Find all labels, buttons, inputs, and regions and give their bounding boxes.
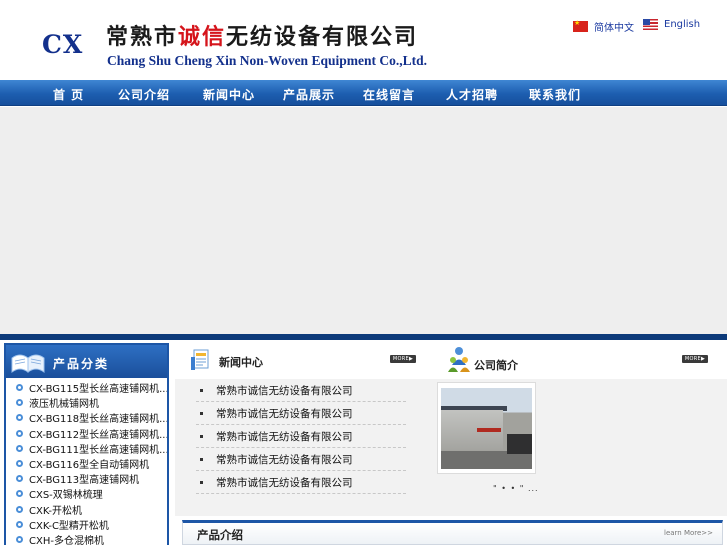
lang-english-link[interactable]: English [643, 19, 700, 30]
category-label: CX-BG113型高速铺网机 [29, 475, 140, 487]
bullet-icon [16, 535, 23, 543]
bullet-icon [200, 457, 203, 461]
category-item[interactable]: CXK-C型精开松机 [10, 517, 167, 532]
company-name-cn: 常熟市诚信无纺设备有限公司 [106, 19, 418, 51]
category-label: CX-BG111型长丝高速铺网机... [29, 444, 167, 456]
lang-english-label: English [664, 19, 701, 30]
category-item[interactable]: CX-BG116型全自动铺网机 [10, 456, 167, 471]
category-item[interactable]: CXS-双锡林梳理 [10, 486, 167, 501]
news-item[interactable]: 常熟市诚信无纺设备有限公司 [196, 448, 406, 471]
company-people-icon [448, 347, 470, 372]
news-item[interactable]: 常熟市诚信无纺设备有限公司 [196, 471, 406, 494]
category-item[interactable]: CX-BG112型长丝高速铺网机... [10, 426, 167, 441]
main-nav: 首 页 公司介绍 新闻中心 产品展示 在线留言 人才招聘 联系我们 [0, 80, 727, 106]
bullet-icon [16, 399, 23, 407]
company-name-en: Chang Shu Cheng Xin Non-Woven Equipment … [107, 53, 427, 68]
category-label: CX-BG116型全自动铺网机 [29, 460, 150, 472]
product-category-list: CX-BG115型长丝高速铺网机... 液压机械铺网机 CX-BG118型长丝高… [10, 380, 167, 545]
company-more-button[interactable]: MORE▶ [682, 355, 708, 363]
news-item-title: 常熟市诚信无纺设备有限公司 [216, 407, 353, 420]
open-book-icon [11, 354, 45, 373]
factory-building-image [441, 388, 532, 469]
lang-chinese-label: 简体中文 [594, 23, 634, 34]
nav-home[interactable]: 首 页 [53, 86, 84, 103]
category-item[interactable]: CXK-开松机 [10, 502, 167, 517]
product-intro-title: 产品介绍 [197, 528, 243, 542]
category-item[interactable]: CX-BG113型高速铺网机 [10, 471, 167, 486]
news-item-title: 常熟市诚信无纺设备有限公司 [216, 384, 353, 397]
news-item[interactable]: 常熟市诚信无纺设备有限公司 [196, 402, 406, 425]
bullet-icon [200, 434, 203, 438]
company-section-title: 公司简介 [474, 359, 518, 372]
sidebar-header: 产品分类 [6, 345, 167, 378]
bullet-icon [16, 520, 23, 528]
news-section-header: 新闻中心 MORE▶ [178, 345, 418, 375]
category-label: CX-BG115型长丝高速铺网机... [29, 384, 167, 396]
category-label: 液压机械铺网机 [29, 399, 99, 411]
news-item[interactable]: 常熟市诚信无纺设备有限公司 [196, 425, 406, 448]
logo[interactable]: CX [42, 30, 83, 59]
bullet-icon [16, 490, 23, 498]
news-item-title: 常熟市诚信无纺设备有限公司 [216, 453, 353, 466]
bullet-icon [16, 505, 23, 513]
learn-more-link[interactable]: learn More>> [664, 529, 713, 537]
news-section-title: 新闻中心 [219, 356, 263, 369]
product-category-sidebar: 产品分类 CX-BG115型长丝高速铺网机... 液压机械铺网机 CX-BG11… [4, 343, 169, 545]
us-flag-icon [643, 19, 658, 30]
bullet-icon [200, 411, 203, 415]
bullet-icon [16, 429, 23, 437]
lang-chinese-link[interactable]: 简体中文 [573, 19, 634, 34]
category-label: CX-BG112型长丝高速铺网机... [29, 429, 167, 441]
banner-divider [0, 334, 727, 340]
china-flag-icon [573, 19, 588, 32]
newspaper-icon [191, 349, 209, 370]
category-item[interactable]: CX-BG118型长丝高速铺网机... [10, 410, 167, 425]
nav-jobs[interactable]: 人才招聘 [446, 86, 498, 103]
category-label: CX-BG118型长丝高速铺网机... [29, 414, 167, 426]
company-name-cn-highlight: 诚信 [178, 24, 227, 50]
nav-contact[interactable]: 联系我们 [529, 86, 581, 103]
bullet-icon [16, 414, 23, 422]
nav-news[interactable]: 新闻中心 [203, 86, 255, 103]
news-item-title: 常熟市诚信无纺设备有限公司 [216, 476, 353, 489]
news-item-title: 常熟市诚信无纺设备有限公司 [216, 430, 353, 443]
company-name-cn-part2: 无纺设备有限公司 [226, 24, 419, 50]
news-item[interactable]: 常熟市诚信无纺设备有限公司 [196, 379, 406, 402]
sidebar-title: 产品分类 [53, 357, 110, 371]
category-item[interactable]: 液压机械铺网机 [10, 395, 167, 410]
category-item[interactable]: CX-BG111型长丝高速铺网机... [10, 441, 167, 456]
category-item[interactable]: CXH-多仓混棉机 [10, 532, 167, 545]
company-intro-text: " • • " ... [493, 484, 539, 493]
nav-products[interactable]: 产品展示 [283, 86, 335, 103]
product-intro-bar: 产品介绍 learn More>> [182, 520, 723, 545]
bullet-icon [200, 388, 203, 392]
nav-about[interactable]: 公司介绍 [118, 86, 170, 103]
company-section-header: 公司简介 MORE▶ [440, 345, 727, 375]
category-label: CXH-多仓混棉机 [29, 535, 104, 545]
bullet-icon [16, 384, 23, 392]
banner-area [0, 107, 727, 334]
category-label: CXK-开松机 [29, 505, 82, 517]
category-label: CXK-C型精开松机 [29, 520, 109, 532]
nav-message[interactable]: 在线留言 [363, 86, 415, 103]
category-item[interactable]: CX-BG115型长丝高速铺网机... [10, 380, 167, 395]
bullet-icon [16, 444, 23, 452]
bullet-icon [200, 480, 203, 484]
category-label: CXS-双锡林梳理 [29, 490, 103, 502]
bullet-icon [16, 475, 23, 483]
news-list: 常熟市诚信无纺设备有限公司 常熟市诚信无纺设备有限公司 常熟市诚信无纺设备有限公… [196, 379, 406, 494]
bullet-icon [16, 460, 23, 468]
company-photo[interactable] [437, 382, 536, 474]
company-name-cn-part1: 常熟市 [106, 24, 179, 50]
news-more-button[interactable]: MORE▶ [390, 355, 416, 363]
site-header: CX 常熟市诚信无纺设备有限公司 Chang Shu Cheng Xin Non… [0, 0, 727, 80]
